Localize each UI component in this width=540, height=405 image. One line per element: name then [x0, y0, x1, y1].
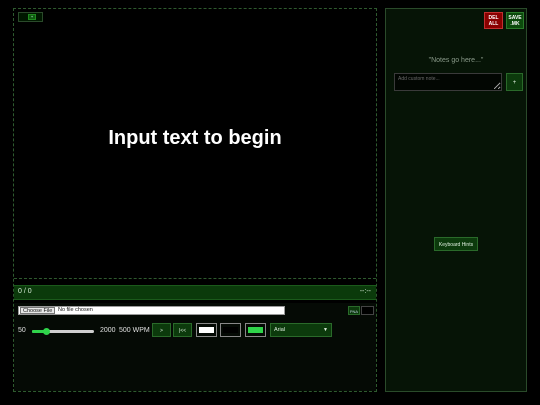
keyboard-hints-button[interactable]: Keyboard Hints: [434, 237, 478, 251]
background-color-picker[interactable]: [220, 323, 241, 337]
delete-all-button[interactable]: DEL ALL: [484, 12, 503, 29]
custom-note-input[interactable]: [394, 73, 502, 91]
speed-value: 500 WPM: [119, 327, 150, 334]
reader-word: Input text to begin: [108, 127, 282, 149]
add-note-button[interactable]: +: [506, 73, 523, 91]
background-color-swatch: [223, 327, 238, 333]
restart-button[interactable]: |<<: [173, 323, 192, 337]
text-color-swatch: [199, 327, 214, 333]
notes-placeholder: "Notes go here...": [428, 57, 484, 64]
highlight-color-swatch: [248, 327, 263, 333]
font-select-value: Arial: [274, 327, 286, 333]
pdf-button[interactable]: PNA: [348, 306, 360, 315]
reader-display: + Input text to begin: [14, 9, 376, 279]
progress-time: --:--: [359, 288, 371, 295]
notes-panel: DEL ALL SAVE .MK "Notes go here..." + Ke…: [385, 8, 527, 392]
file-status: No file chosen: [58, 307, 93, 313]
chevron-down-icon: ▼: [323, 327, 328, 333]
speed-min-label: 50: [18, 327, 26, 334]
speed-slider[interactable]: [32, 328, 94, 335]
speed-slider-thumb[interactable]: [43, 328, 51, 335]
speed-max-label: 2000: [100, 327, 116, 334]
font-select[interactable]: Arial ▼: [270, 323, 332, 337]
mini-toolbar: +: [18, 12, 43, 22]
save-md-button[interactable]: SAVE .MK: [506, 12, 524, 29]
progress-count: 0 / 0: [18, 288, 32, 295]
text-color-picker[interactable]: [196, 323, 217, 337]
speed-row: 50 2000 500 WPM > |<< Arial ▼: [18, 323, 374, 339]
highlight-color-picker[interactable]: [245, 323, 266, 337]
page-input[interactable]: [361, 306, 374, 315]
controls-area: Choose File No file chosen PNA 50 2000 5…: [14, 303, 376, 391]
choose-file-button[interactable]: Choose File: [20, 307, 56, 314]
progress-bar: 0 / 0 --:--: [14, 285, 376, 300]
mini-toggle-button[interactable]: +: [28, 14, 36, 20]
file-input[interactable]: Choose File No file chosen: [18, 306, 285, 315]
reader-panel: + Input text to begin 0 / 0 --:-- Choose…: [13, 8, 377, 392]
play-button[interactable]: >: [152, 323, 171, 337]
